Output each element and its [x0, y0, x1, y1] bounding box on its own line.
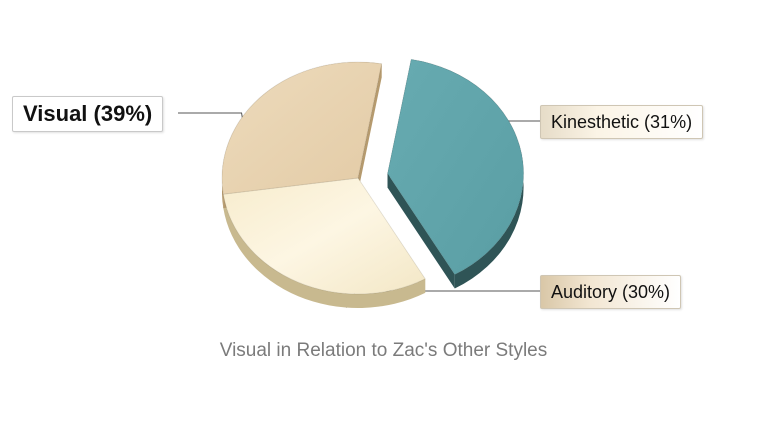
- chart-title: Visual in Relation to Zac's Other Styles: [219, 340, 548, 361]
- data-label-auditory: Auditory (30%): [540, 275, 682, 309]
- pie-slice-auditory: [221, 61, 383, 195]
- data-label-kinesthetic: Kinesthetic (31%): [540, 105, 704, 139]
- data-label-visual: Visual (39%): [12, 96, 164, 132]
- pie-chart: Visual (39%) Kinesthetic (31%) Auditory …: [0, 0, 767, 424]
